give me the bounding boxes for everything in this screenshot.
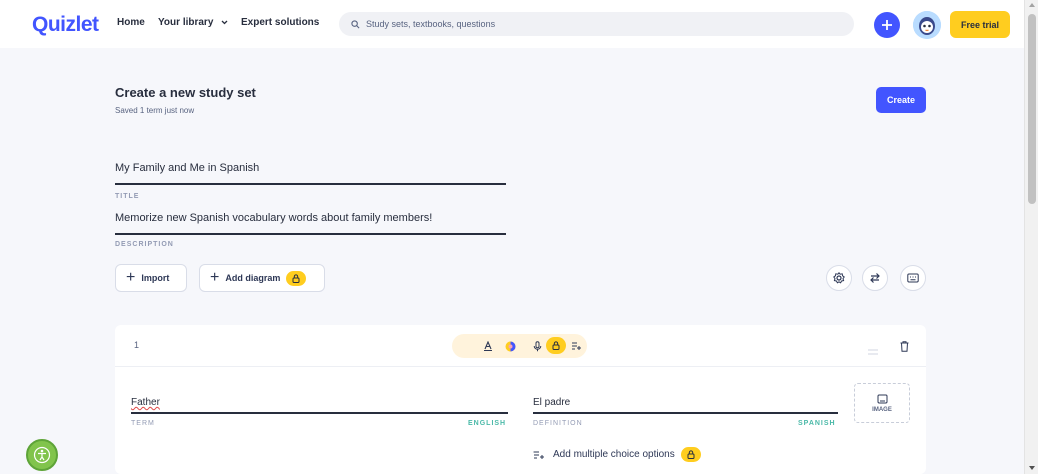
search-icon (351, 19, 360, 28)
chevron-down-icon (221, 20, 228, 25)
list-add-icon (533, 451, 544, 459)
accessibility-button[interactable] (26, 439, 58, 471)
drag-handle-icon[interactable] (868, 342, 878, 360)
scroll-thumb[interactable] (1028, 14, 1036, 204)
scroll-up-arrow[interactable] (1029, 3, 1035, 7)
add-multiple-choice-button[interactable]: Add multiple choice options (533, 447, 701, 462)
term-underline (131, 412, 508, 414)
quizlet-logo[interactable]: Quizlet (32, 13, 99, 37)
nav-your-library[interactable]: Your library (158, 17, 228, 28)
create-button[interactable]: Create (876, 87, 926, 113)
plus-icon: + (210, 269, 220, 286)
term-card-header: 1 (115, 325, 926, 367)
flip-terms-button[interactable] (862, 265, 888, 291)
search-input[interactable]: Study sets, textbooks, questions (339, 12, 854, 36)
lock-icon (546, 337, 566, 354)
multiple-choice-label: Add multiple choice options (553, 449, 675, 460)
image-icon (877, 394, 887, 403)
color-icon[interactable] (504, 340, 516, 352)
plus-icon (882, 20, 892, 30)
description-input[interactable]: Memorize new Spanish vocabulary words ab… (115, 212, 432, 224)
import-label: Import (141, 273, 170, 283)
term-input[interactable]: Father (131, 397, 160, 408)
scroll-down-arrow[interactable] (1029, 466, 1035, 470)
search-placeholder: Study sets, textbooks, questions (366, 19, 496, 29)
list-add-icon[interactable] (570, 340, 582, 352)
title-underline (115, 183, 506, 185)
description-underline (115, 233, 506, 235)
term-card: 1 Father TERM ENGLISH El padre DEFINITIO… (115, 325, 926, 474)
swap-icon (870, 273, 880, 283)
plus-icon: + (126, 269, 136, 286)
page-title: Create a new study set (115, 85, 256, 100)
definition-underline (533, 412, 838, 414)
nav-home[interactable]: Home (117, 17, 145, 28)
avatar-icon (913, 11, 941, 39)
lock-icon (286, 270, 307, 286)
definition-language-selector[interactable]: SPANISH (798, 420, 836, 427)
text-format-icon[interactable] (482, 340, 494, 352)
saved-status: Saved 1 term just now (115, 106, 195, 115)
lock-icon (680, 447, 701, 462)
title-label: TITLE (115, 193, 140, 200)
accessibility-icon (33, 446, 51, 464)
add-image-button[interactable]: IMAGE (854, 383, 910, 423)
free-trial-button[interactable]: Free trial (950, 11, 1010, 38)
keyboard-shortcuts-button[interactable] (900, 265, 926, 291)
image-label: IMAGE (872, 406, 892, 413)
microphone-icon[interactable] (531, 340, 543, 352)
term-label: TERM (131, 420, 155, 427)
keyboard-icon (907, 273, 919, 283)
nav-expert-solutions[interactable]: Expert solutions (241, 17, 319, 28)
add-diagram-label: Add diagram (225, 273, 281, 283)
settings-button[interactable] (826, 265, 852, 291)
definition-label: DEFINITION (533, 420, 583, 427)
description-label: DESCRIPTION (115, 241, 174, 248)
formatting-toolbar (452, 334, 587, 358)
delete-icon[interactable] (900, 339, 909, 357)
import-button[interactable]: + Import (115, 264, 187, 292)
gear-icon (833, 272, 845, 284)
card-number: 1 (134, 340, 140, 350)
scrollbar[interactable] (1024, 0, 1038, 474)
nav-your-library-label: Your library (158, 17, 214, 28)
create-new-button[interactable] (874, 12, 900, 38)
top-bar: Quizlet Home Your library Expert solutio… (0, 0, 1024, 48)
term-language-selector[interactable]: ENGLISH (468, 420, 506, 427)
definition-input[interactable]: El padre (533, 397, 570, 408)
avatar[interactable] (913, 11, 941, 39)
title-input[interactable]: My Family and Me in Spanish (115, 162, 259, 174)
add-diagram-button[interactable]: + Add diagram (199, 264, 325, 292)
